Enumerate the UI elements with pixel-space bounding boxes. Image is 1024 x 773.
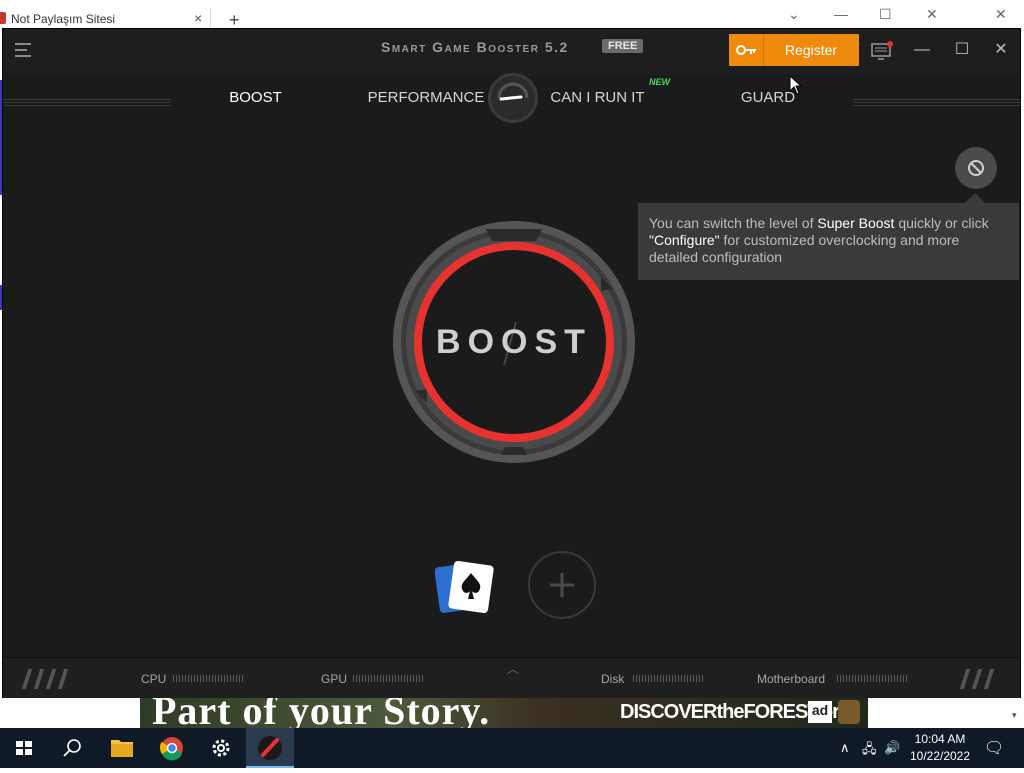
speedometer-icon [488,73,538,123]
motherboard-label: Motherboard [757,672,826,686]
app-titlebar: Smart Game Booster 5.2 FREE Register — ☐… [3,29,1020,75]
minimize-button[interactable]: — [913,41,931,59]
add-game-button[interactable] [528,551,596,619]
chrome-icon[interactable] [148,728,196,768]
register-label: Register [784,42,838,58]
advertisement-banner[interactable]: Part of your Story. DISCOVERtheFOREST.or… [140,697,868,728]
tooltip-highlight-super-boost: Super Boost [817,215,895,231]
disk-label: Disk [601,672,625,686]
tab-guard[interactable]: GUARD [683,81,853,114]
forest-service-logo [838,700,860,724]
browser-titlebar: Not Paylaşım Sitesi × + ⌄ — ☐ ✕ ✕ [0,0,1024,31]
clock-date: 10/22/2022 [909,749,971,763]
tab-rail-left [3,99,171,106]
tooltip-text-2: quickly or click [894,215,989,231]
tooltip-highlight-configure: "Configure" [649,232,720,248]
close-button[interactable]: ✕ [992,41,1010,59]
tray-chevron-up-icon[interactable]: ∧ [840,740,850,756]
smart-game-booster-window: Smart Game Booster 5.2 FREE Register — ☐… [2,28,1021,698]
plus-icon [550,573,574,597]
clock-time: 10:04 AM [914,732,966,746]
windows-start-icon[interactable] [0,728,48,768]
browser-close-button[interactable]: ✕ [926,6,938,23]
boost-button[interactable]: BOOST [391,219,637,465]
key-icon [729,34,764,66]
ad-headline: Part of your Story. [152,697,491,728]
new-badge: NEW [649,77,670,87]
scroll-down-icon[interactable]: ▾ [1012,710,1017,721]
no-entry-icon [968,160,984,176]
taskbar-clock[interactable]: 10:04 AM 10/22/2022 [905,731,975,765]
outer-close-button[interactable]: ✕ [995,6,1007,23]
monitor-notification-icon[interactable] [871,41,893,61]
cpu-meter [173,675,245,682]
tab-close-icon[interactable]: × [194,10,202,26]
expand-up-icon[interactable]: ︿ [507,660,519,677]
free-badge: FREE [602,39,644,53]
cpu-label: CPU [141,672,167,686]
motherboard-meter [837,675,909,682]
super-boost-tooltip: You can switch the level of Super Boost … [638,203,1019,280]
disk-meter [633,675,705,682]
maximize-button[interactable]: ☐ [953,41,971,59]
game-booster-taskbar-icon[interactable] [246,728,294,768]
tooltip-arrow [965,193,985,203]
chevron-down-icon[interactable]: ⌄ [788,6,800,23]
search-icon[interactable] [48,728,96,768]
browser-tab-title: Not Paylaşım Sitesi [11,12,116,26]
tooltip-text-1: You can switch the level of [649,215,818,231]
app-title: Smart Game Booster 5.2 [381,39,569,55]
site-favicon-icon [0,12,6,24]
browser-maximize-button[interactable]: ☐ [879,6,892,23]
hardware-status-bar: CPU GPU ︿ Disk Motherboard [3,657,1020,698]
boost-label: BOOST [436,323,592,361]
gpu-meter [353,675,425,682]
browser-minimize-button[interactable]: — [834,6,848,22]
disable-tips-button[interactable] [955,147,997,189]
volume-icon[interactable]: 🔊 [884,740,900,756]
settings-gear-icon[interactable] [197,728,245,768]
solitaire-game-icon[interactable] [434,559,497,617]
notifications-icon[interactable]: 🗨 [984,738,1004,758]
windows-taskbar: ∧ 🖧 🔊 10:04 AM 10/22/2022 🗨 [0,728,1024,768]
browser-tab[interactable]: Not Paylaşım Sitesi × [0,8,211,30]
ad-council-logo: ad [808,701,832,723]
network-icon[interactable]: 🖧 [862,740,877,762]
register-button[interactable]: Register [729,34,859,66]
new-tab-button[interactable]: + [229,11,240,29]
mouse-cursor-icon [789,75,803,95]
file-explorer-icon[interactable] [98,728,146,768]
tab-rail-right [853,99,1021,106]
menu-icon[interactable] [15,43,31,57]
gpu-label: GPU [321,672,348,686]
tab-boost[interactable]: BOOST [173,81,338,114]
tab-performance[interactable]: PERFORMANCE [341,81,511,114]
